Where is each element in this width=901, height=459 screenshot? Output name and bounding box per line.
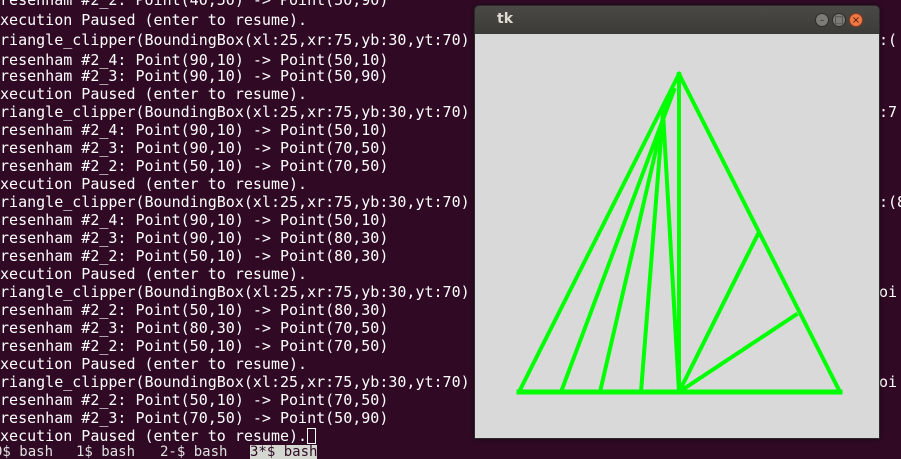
terminal-line: Bresenham #2_2: Point(50,10) -> Point(70… xyxy=(0,337,389,355)
terminal-line: triangle_clipper(BoundingBox(xl:25,xr:75… xyxy=(0,373,470,391)
terminal-line: Bresenham #2_3: Point(70,50) -> Point(50… xyxy=(0,409,389,427)
terminal-line: triangle_clipper(BoundingBox(xl:25,xr:75… xyxy=(0,283,470,301)
bresenham-line xyxy=(660,109,682,395)
terminal-line-fragment: :(8 xyxy=(879,193,901,211)
terminal-line: triangle_clipper(BoundingBox(xl:25,xr:75… xyxy=(0,103,470,121)
minimize-button[interactable]: – xyxy=(815,13,829,27)
terminal-line: Bresenham #2_4: Point(90,10) -> Point(50… xyxy=(0,121,389,139)
terminal-line: Execution Paused (enter to resume). xyxy=(0,11,308,29)
terminal-line: Bresenham #2_4: Point(90,10) -> Point(50… xyxy=(0,211,389,229)
terminal-line-fragment: :7 xyxy=(879,103,898,121)
tmux-window-tab[interactable]: 1$ bash xyxy=(76,445,135,459)
maximize-button[interactable]: □ xyxy=(832,13,846,27)
terminal-line: Bresenham #2_2: Point(50,10) -> Point(70… xyxy=(0,391,389,409)
terminal-line: Bresenham #2_3: Point(90,10) -> Point(70… xyxy=(0,139,389,157)
window-title: tk xyxy=(497,11,514,27)
terminal-line: Execution Paused (enter to resume). xyxy=(0,427,308,445)
terminal-line: Execution Paused (enter to resume). xyxy=(0,85,308,103)
terminal-line-fragment: oi xyxy=(879,283,898,301)
tmux-status-bar: 0$ bash 1$ bash 2-$ bash 3*$ bash xyxy=(0,445,901,459)
terminal-line: triangle_clipper(BoundingBox(xl:25,xr:75… xyxy=(0,31,470,49)
terminal-line-fragment: :( xyxy=(879,31,898,49)
terminal-line: Bresenham #2_2: Point(50,10) -> Point(70… xyxy=(0,157,389,175)
terminal-line: Bresenham #2_3: Point(90,10) -> Point(80… xyxy=(0,229,389,247)
bresenham-line xyxy=(676,231,761,395)
terminal-line: Bresenham #2_2: Point(50,10) -> Point(80… xyxy=(0,247,389,265)
text-cursor xyxy=(307,428,317,444)
terminal-prompt-line: Execution Paused (enter to resume). xyxy=(0,427,317,445)
terminal-line: Bresenham #2_2: Point(50,10) -> Point(80… xyxy=(0,301,389,319)
tk-window[interactable]: tk – □ × xyxy=(474,5,880,439)
terminal-line: Execution Paused (enter to resume). xyxy=(0,355,308,373)
terminal-line: Execution Paused (enter to resume). xyxy=(0,175,308,193)
window-titlebar[interactable]: tk – □ × xyxy=(475,6,879,34)
tmux-window-tab[interactable]: 2-$ bash xyxy=(160,445,227,459)
terminal-line: Bresenham #2_3: Point(90,10) -> Point(50… xyxy=(0,67,389,85)
tmux-window-tab[interactable]: 0$ bash xyxy=(0,445,53,459)
terminal-line-fragment: oi xyxy=(879,373,898,391)
canvas-svg xyxy=(516,71,843,395)
terminal-line: Execution Paused (enter to resume). xyxy=(0,265,308,283)
drawing-canvas[interactable] xyxy=(475,34,879,438)
terminal-line: triangle_clipper(BoundingBox(xl:25,xr:75… xyxy=(0,193,470,211)
terminal-line: Bresenham #2_2: Point(40,50) -> Point(50… xyxy=(0,0,389,9)
bresenham-line xyxy=(558,87,677,395)
tmux-window-tab-active[interactable]: 3*$ bash xyxy=(250,445,318,459)
bresenham-line xyxy=(597,95,671,395)
terminal-line: Bresenham #2_3: Point(80,30) -> Point(70… xyxy=(0,319,389,337)
close-button[interactable]: × xyxy=(849,13,863,27)
